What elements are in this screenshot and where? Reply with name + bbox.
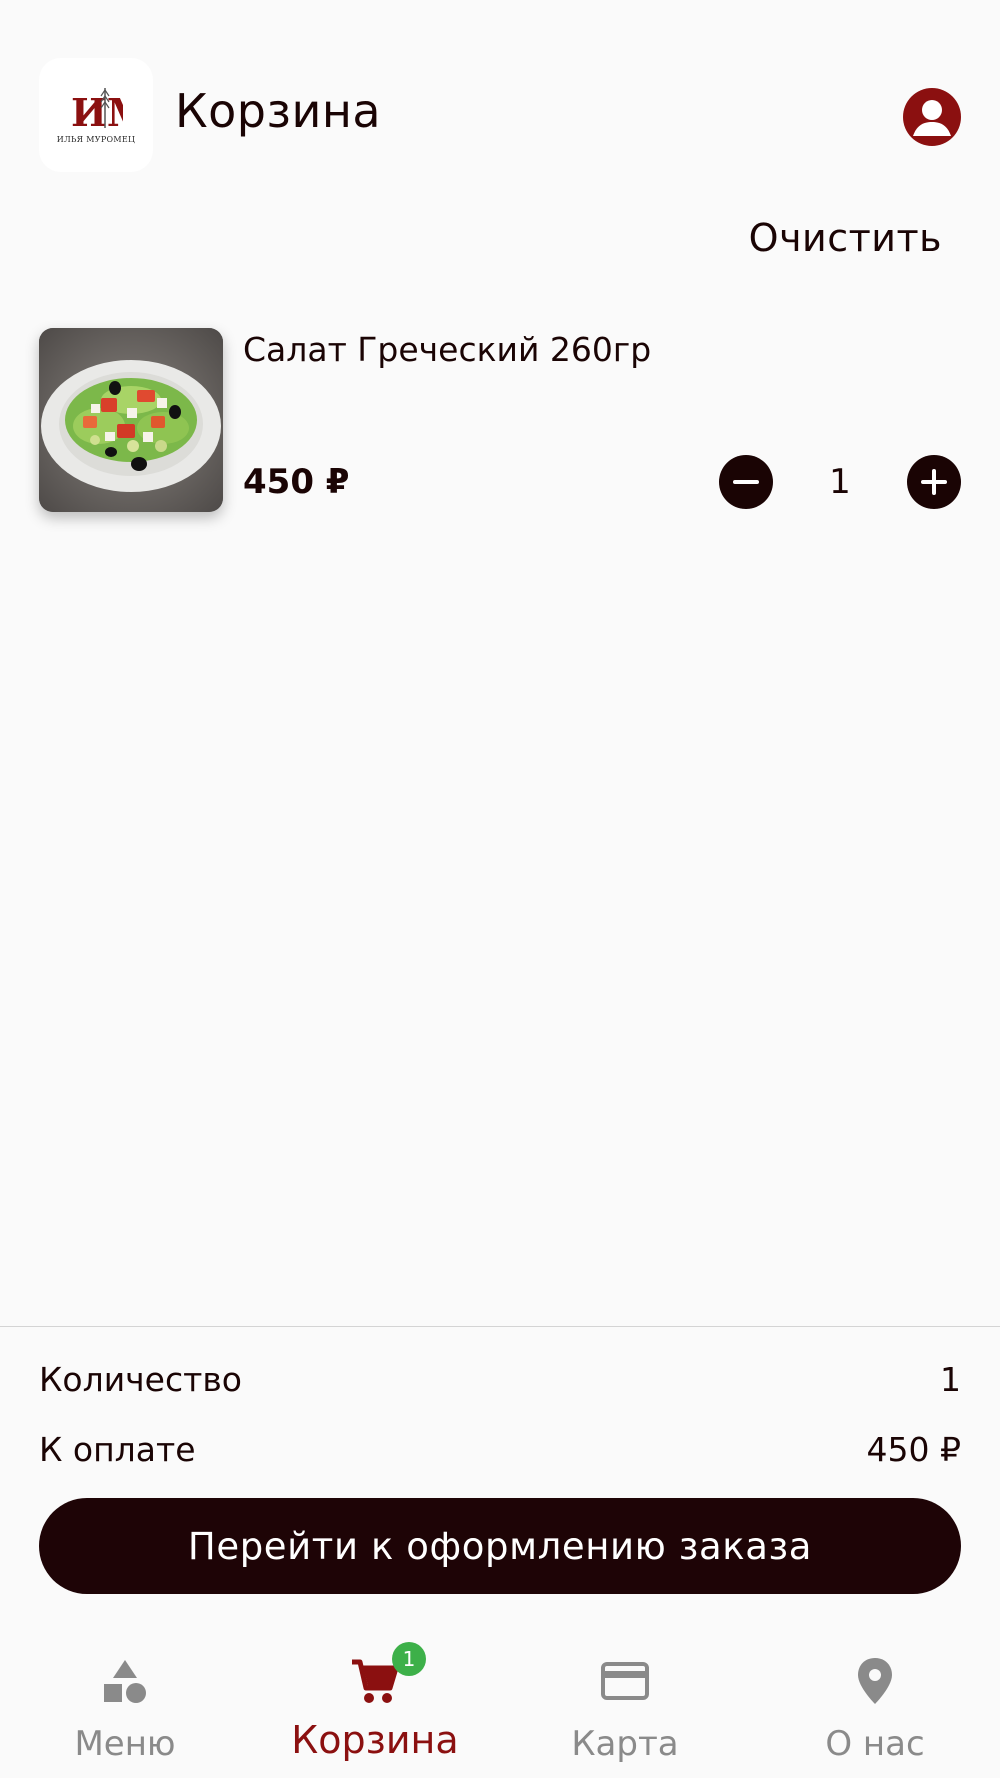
nav-label-card: Карта xyxy=(571,1724,679,1764)
quantity-total: 1 xyxy=(940,1360,961,1399)
greek-salad-image xyxy=(39,328,223,512)
increase-quantity-button[interactable] xyxy=(907,455,961,509)
nav-item-about[interactable]: О нас xyxy=(750,1630,1000,1778)
nav-item-card[interactable]: Карта xyxy=(500,1630,750,1778)
nav-item-cart[interactable]: 1 Корзина xyxy=(250,1630,500,1778)
svg-text:ИМ: ИМ xyxy=(71,90,123,132)
cart-count-badge: 1 xyxy=(392,1642,426,1676)
credit-card-icon xyxy=(601,1662,649,1700)
product-image xyxy=(39,328,223,512)
quantity-label: Количество xyxy=(39,1360,242,1399)
logo-text: ИЛЬЯ МУРОМЕЦ xyxy=(56,135,136,144)
profile-button[interactable] xyxy=(903,88,961,146)
total-amount: 450 ₽ xyxy=(866,1430,961,1469)
account-circle-icon xyxy=(913,100,951,136)
decrease-quantity-button[interactable] xyxy=(719,455,773,509)
product-price: 450 ₽ xyxy=(243,462,350,502)
summary-divider xyxy=(0,1326,1000,1327)
nav-label-cart: Корзина xyxy=(291,1718,459,1762)
bottom-navigation: Меню 1 Корзина Карта О нас xyxy=(0,1630,1000,1778)
cart-screen: ИМ ИЛЬЯ МУРОМЕЦ Корзина Очистить xyxy=(0,0,1000,1778)
product-name: Салат Греческий 260гр xyxy=(243,330,652,369)
total-label: К оплате xyxy=(39,1430,196,1469)
logo-mark-icon: ИМ xyxy=(71,88,123,132)
brand-logo: ИМ ИЛЬЯ МУРОМЕЦ xyxy=(39,58,153,172)
clear-cart-button[interactable]: Очистить xyxy=(749,216,942,260)
shapes-icon xyxy=(104,1660,146,1703)
checkout-button[interactable]: Перейти к оформлению заказа xyxy=(39,1498,961,1594)
nav-label-about: О нас xyxy=(825,1724,925,1764)
nav-item-menu[interactable]: Меню xyxy=(0,1630,250,1778)
page-title: Корзина xyxy=(175,84,382,138)
map-pin-icon xyxy=(858,1658,892,1704)
nav-label-menu: Меню xyxy=(74,1724,176,1764)
quantity-value: 1 xyxy=(829,462,851,502)
